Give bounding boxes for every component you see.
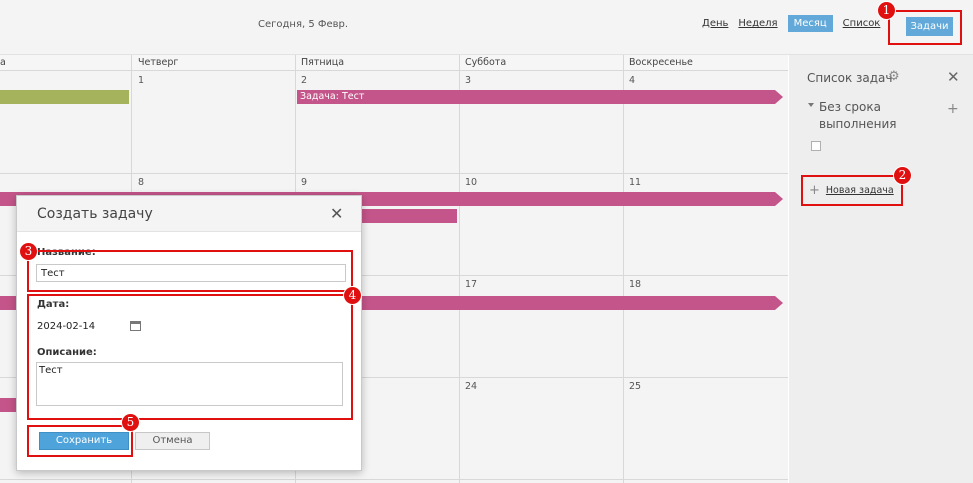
calendar-event-task[interactable]: Задача: Тест: [297, 90, 775, 104]
day-number[interactable]: 17: [465, 279, 477, 290]
cancel-button[interactable]: Отмена: [135, 432, 210, 450]
view-day-link[interactable]: День: [702, 18, 728, 29]
task-checkbox[interactable]: [811, 141, 821, 151]
grid-line: [459, 55, 460, 483]
top-toolbar: Сегодня, 5 Февр. День Неделя Месяц Списо…: [0, 0, 973, 55]
calendar-event[interactable]: [0, 90, 129, 104]
callout-badge: 4: [344, 287, 361, 304]
day-number[interactable]: 11: [629, 177, 641, 188]
callout-box-new-task: [801, 175, 903, 206]
weekday-sunday: Воскресенье: [629, 57, 693, 68]
callout-badge: 1: [878, 2, 895, 19]
grid-line: [623, 55, 624, 483]
callout-box-tasks: [888, 10, 962, 45]
event-continues-arrow: [775, 192, 783, 206]
day-number[interactable]: 1: [138, 75, 144, 86]
event-continues-arrow: [775, 90, 783, 104]
callout-badge: 2: [894, 167, 911, 184]
view-month-button[interactable]: Месяц: [787, 15, 833, 32]
day-number[interactable]: 3: [465, 75, 471, 86]
weekday-saturday: Суббота: [465, 57, 507, 68]
day-number[interactable]: 25: [629, 381, 641, 392]
grid-line: [0, 173, 788, 174]
weekday-friday: Пятница: [301, 57, 345, 68]
day-number[interactable]: 18: [629, 279, 641, 290]
day-number[interactable]: 4: [629, 75, 635, 86]
caret-down-icon[interactable]: [808, 103, 814, 107]
day-number[interactable]: 24: [465, 381, 477, 392]
weekday-thursday: Четверг: [138, 57, 179, 68]
plus-icon[interactable]: +: [947, 101, 959, 117]
callout-badge: 5: [122, 414, 139, 431]
callout-box-save: [27, 425, 133, 457]
view-week-link[interactable]: Неделя: [738, 18, 777, 29]
day-number[interactable]: 8: [138, 177, 144, 188]
calendar-event-bar[interactable]: [0, 398, 16, 412]
gear-icon[interactable]: ⚙: [888, 69, 900, 84]
day-number[interactable]: 10: [465, 177, 477, 188]
event-continues-arrow: [775, 296, 783, 310]
day-number[interactable]: 2: [301, 75, 307, 86]
dialog-header: Создать задачу ✕: [17, 196, 361, 232]
weekday-partial: а: [0, 57, 6, 68]
callout-box-name: [27, 250, 353, 292]
callout-badge: 3: [20, 243, 37, 260]
day-number[interactable]: 9: [301, 177, 307, 188]
panel-title: Список задач: [807, 71, 893, 85]
task-list-panel: Список задач ⚙ ✕ Без срока выполнения + …: [789, 55, 973, 483]
today-label: Сегодня, 5 Февр.: [258, 19, 349, 30]
view-switcher: День Неделя Месяц Список: [702, 15, 880, 32]
weekday-header: а Четверг Пятница Суббота Воскресенье: [0, 55, 788, 71]
task-group-label[interactable]: Без срока выполнения: [819, 99, 919, 133]
dialog-title: Создать задачу: [37, 206, 153, 222]
view-list-link[interactable]: Список: [843, 18, 881, 29]
close-icon[interactable]: ✕: [330, 204, 343, 223]
close-icon[interactable]: ✕: [947, 68, 960, 86]
callout-box-date-description: [27, 294, 353, 420]
grid-line: [0, 479, 788, 480]
